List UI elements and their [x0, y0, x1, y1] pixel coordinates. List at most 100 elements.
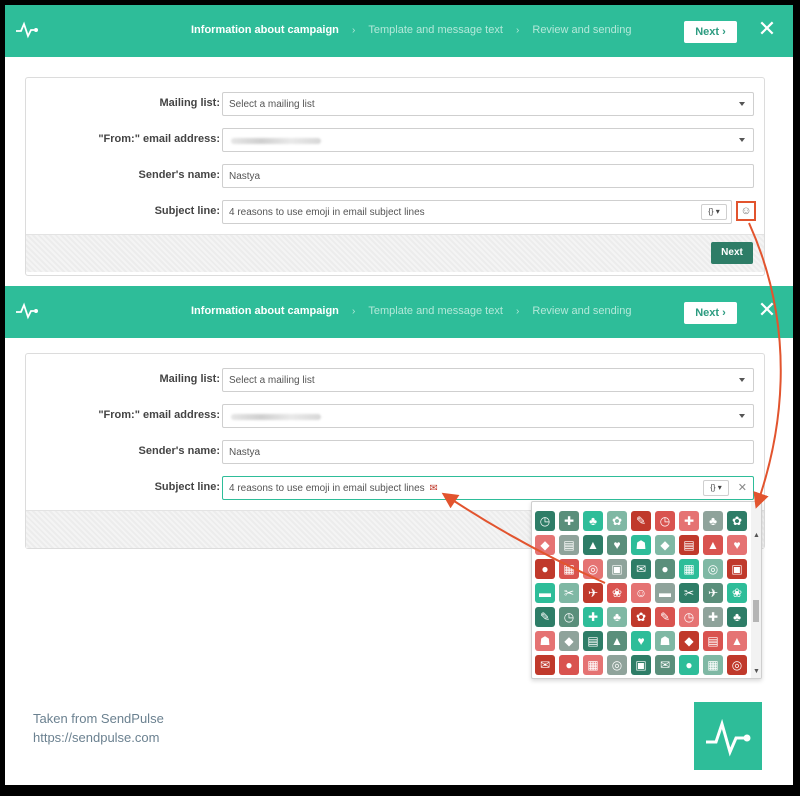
emoji-option[interactable]: ✉ [631, 559, 651, 579]
emoji-option[interactable]: ▤ [559, 535, 579, 555]
emoji-option[interactable]: ▬ [535, 583, 555, 603]
emoji-option[interactable]: ✉ [535, 655, 555, 675]
emoji-option[interactable]: ☺ [631, 583, 651, 603]
scroll-up-icon[interactable]: ▲ [753, 532, 760, 539]
emoji-option[interactable]: ▤ [679, 535, 699, 555]
emoji-option[interactable]: ▲ [703, 535, 723, 555]
emoji-option[interactable]: ▤ [703, 631, 723, 651]
from-email-select[interactable] [222, 404, 754, 428]
emoji-option[interactable]: ☗ [655, 631, 675, 651]
mailing-list-label: Mailing list: [159, 373, 221, 385]
emoji-option[interactable]: ✂ [559, 583, 579, 603]
credit-link[interactable]: https://sendpulse.com [33, 728, 164, 747]
emoji-option[interactable]: ▤ [583, 631, 603, 651]
emoji-option[interactable]: ▣ [727, 559, 747, 579]
emoji-option[interactable]: ▦ [559, 559, 579, 579]
step-review[interactable]: Review and sending [532, 24, 631, 36]
emoji-option[interactable]: ♣ [727, 607, 747, 627]
emoji-option[interactable]: ◷ [535, 511, 555, 531]
step-template[interactable]: Template and message text [368, 305, 503, 317]
emoji-option[interactable]: ✂ [679, 583, 699, 603]
emoji-option[interactable]: ● [535, 559, 555, 579]
emoji-option[interactable]: ◆ [559, 631, 579, 651]
emoji-option[interactable]: ✎ [655, 607, 675, 627]
emoji-option[interactable]: ✿ [607, 511, 627, 531]
emoji-option[interactable]: ✈ [703, 583, 723, 603]
step-information[interactable]: Information about campaign [191, 305, 339, 317]
scroll-down-icon[interactable]: ▼ [753, 668, 760, 675]
clear-icon[interactable]: ✕ [738, 481, 747, 494]
from-email-select[interactable] [222, 128, 754, 152]
chevron-down-icon [739, 414, 745, 418]
mailing-list-select[interactable]: Select a mailing list [222, 92, 754, 116]
emoji-option[interactable]: ☗ [631, 535, 651, 555]
emoji-option[interactable]: ▲ [727, 631, 747, 651]
emoji-option[interactable]: ▣ [631, 655, 651, 675]
emoji-option[interactable]: ◆ [679, 631, 699, 651]
emoji-option[interactable]: ✿ [727, 511, 747, 531]
emoji-option[interactable]: ♥ [727, 535, 747, 555]
emoji-option[interactable]: ◆ [535, 535, 555, 555]
variables-button[interactable]: {} ▾ [701, 204, 727, 220]
emoji-option[interactable]: ✚ [703, 607, 723, 627]
emoji-option[interactable]: ◎ [703, 559, 723, 579]
sender-name-input[interactable]: Nastya [222, 164, 754, 188]
emoji-option[interactable]: ♣ [583, 511, 603, 531]
emoji-option[interactable]: ● [559, 655, 579, 675]
close-icon[interactable]: ✕ [756, 299, 778, 321]
emoji-option[interactable]: ▦ [679, 559, 699, 579]
emoji-option[interactable]: ▦ [703, 655, 723, 675]
variables-button[interactable]: {} ▾ [703, 480, 729, 496]
emoji-option[interactable]: ◆ [655, 535, 675, 555]
emoji-option[interactable]: ❀ [727, 583, 747, 603]
emoji-option[interactable]: ◎ [583, 559, 603, 579]
emoji-option[interactable]: ✚ [679, 511, 699, 531]
step-information[interactable]: Information about campaign [191, 24, 339, 36]
chevron-right-icon: › [722, 26, 726, 38]
emoji-option[interactable]: ▬ [655, 583, 675, 603]
form-footer: Next [26, 234, 764, 272]
emoji-option[interactable]: ● [655, 559, 675, 579]
close-icon[interactable]: ✕ [756, 18, 778, 40]
step-review[interactable]: Review and sending [532, 305, 631, 317]
emoji-option[interactable]: ☗ [535, 631, 555, 651]
emoji-option[interactable]: ✎ [631, 511, 651, 531]
emoji-option[interactable]: ✉ [655, 655, 675, 675]
emoji-option[interactable]: ▲ [607, 631, 627, 651]
emoji-option[interactable]: ◎ [607, 655, 627, 675]
emoji-option[interactable]: ✚ [583, 607, 603, 627]
emoji-option[interactable]: ♣ [607, 607, 627, 627]
emoji-option[interactable]: ❀ [607, 583, 627, 603]
emoji-option[interactable]: ✈ [583, 583, 603, 603]
chevron-down-icon [739, 102, 745, 106]
emoji-option[interactable]: ◷ [679, 607, 699, 627]
sender-name-label: Sender's name: [138, 169, 220, 181]
subject-line-input[interactable]: 4 reasons to use emoji in email subject … [222, 200, 732, 224]
header-next-button[interactable]: Next › [684, 21, 737, 43]
sender-name-input[interactable]: Nastya [222, 440, 754, 464]
emoji-option[interactable]: ♥ [607, 535, 627, 555]
emoji-option[interactable]: ✎ [535, 607, 555, 627]
emoji-option[interactable]: ● [679, 655, 699, 675]
campaign-form-panel: Mailing list: Select a mailing list "Fro… [25, 77, 765, 276]
scrollbar-thumb[interactable] [753, 600, 759, 622]
emoji-option[interactable]: ▲ [583, 535, 603, 555]
emoji-option[interactable]: ✿ [631, 607, 651, 627]
emoji-option[interactable]: ▣ [607, 559, 627, 579]
emoji-option[interactable]: ✚ [559, 511, 579, 531]
emoji-option[interactable]: ◎ [727, 655, 747, 675]
form-next-button[interactable]: Next [711, 242, 753, 264]
emoji-option[interactable]: ▦ [583, 655, 603, 675]
emoji-option[interactable]: ♣ [703, 511, 723, 531]
emoji-option[interactable]: ◷ [559, 607, 579, 627]
header-next-button[interactable]: Next › [684, 302, 737, 324]
emoji-option[interactable]: ◷ [655, 511, 675, 531]
mailing-list-select[interactable]: Select a mailing list [222, 368, 754, 392]
emoji-picker-scrollbar[interactable]: ▲ ▼ [751, 502, 761, 678]
subject-line-label: Subject line: [154, 481, 220, 493]
step-template[interactable]: Template and message text [368, 24, 503, 36]
smiley-icon[interactable]: ☺ [736, 201, 756, 221]
chevron-right-icon: › [722, 307, 726, 319]
subject-line-input[interactable]: 4 reasons to use emoji in email subject … [222, 476, 754, 500]
emoji-option[interactable]: ♥ [631, 631, 651, 651]
